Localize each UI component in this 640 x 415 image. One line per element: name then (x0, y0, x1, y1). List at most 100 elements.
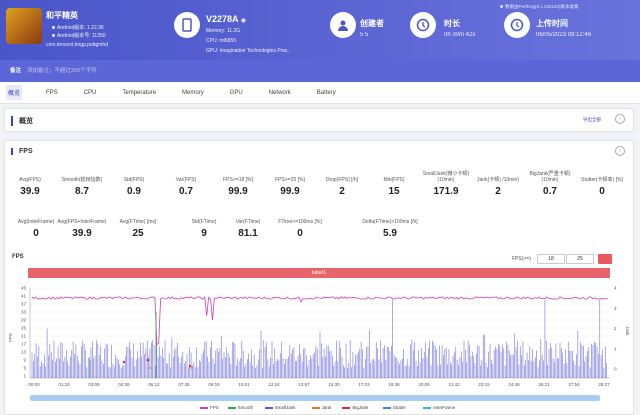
metric-label: Std(FPS) (123, 177, 145, 183)
user-icon (330, 12, 356, 38)
metric-label: SmallJank(微小卡顿) /10min) (422, 171, 470, 183)
metric-value: 0.9 (127, 186, 141, 197)
metric-label: Var(FTime) (235, 219, 261, 225)
legend-label: BigJank (352, 405, 369, 410)
tab-battery[interactable]: Battery (315, 87, 338, 99)
tab-cpu[interactable]: CPU (82, 87, 99, 99)
legend-swatch (382, 406, 391, 409)
y-right-tick-label: 4 (614, 286, 617, 291)
legend-item-smooth[interactable]: Smooth (227, 405, 254, 410)
y-right-tick-label: 2 (614, 326, 617, 331)
tab-bar: 概览 FPS CPU Temperature Memory GPU Networ… (0, 82, 640, 104)
android-code: Android版本号: 11350 (52, 32, 106, 39)
y-tick-label: 21 (21, 334, 27, 339)
export-all-button[interactable]: 导出全部 (583, 117, 601, 123)
bigjank-mark (146, 358, 150, 362)
tab-gpu[interactable]: GPU (228, 87, 245, 99)
y-right-tick-label: 1 (614, 346, 617, 351)
metric-r2-4: Var(FTime) 81.1 (220, 212, 276, 239)
metric-value: 0.7 (179, 186, 193, 197)
jank-mark (191, 367, 193, 369)
metric-label: FPS>=25 [%] (275, 177, 305, 183)
x-tick-label: 15:30 (328, 382, 340, 387)
note-label: 备注 (10, 68, 22, 74)
metric-value: 99.9 (228, 186, 248, 197)
legend-swatch (264, 406, 273, 409)
y-tick-label: 25 (21, 326, 27, 331)
device-cpu: CPU: mt6855 (206, 38, 237, 44)
legend-swatch (342, 406, 351, 409)
duration-label: 时长 (444, 19, 460, 28)
metric-value: 2 (339, 186, 345, 197)
legend-item-stutter[interactable]: Stutter (382, 405, 406, 410)
legend-item-smalljank[interactable]: SmallJank (264, 405, 296, 410)
y-tick-label: 41 (21, 294, 27, 299)
metric-r1-0: Avg(FPS) 39.9 (6, 170, 54, 197)
phone-icon (174, 12, 200, 38)
tab-memory[interactable]: Memory (180, 87, 206, 99)
y-tick-label: 33 (21, 310, 27, 315)
metric-r2-2: Avg(FTime) [ms] 25 (110, 212, 166, 239)
creator-value: 5 5 (360, 32, 369, 38)
legend-label: Jank (321, 405, 332, 410)
upload-value: 06/05/2023 09:12:46 (536, 32, 592, 38)
legend-item-fps[interactable]: FPS (200, 405, 219, 410)
y-tick-label: 17 (21, 342, 27, 347)
y-right-axis-label: Jank (625, 326, 630, 336)
collapse-icon[interactable]: ‹ (615, 114, 625, 124)
bigjank-mark (122, 360, 126, 364)
fps-threshold-apply-button[interactable] (598, 254, 612, 264)
tab-fps[interactable]: FPS (44, 87, 60, 99)
x-tick-label: 12:24 (268, 382, 280, 387)
legend-item-bigjank[interactable]: BigJank (342, 405, 368, 410)
legend-label: FPS (210, 405, 219, 410)
fps-threshold-input-2[interactable]: 25 (566, 254, 594, 264)
fps-section-title: FPS (11, 148, 33, 155)
metric-value: 81.1 (238, 228, 258, 239)
metric-value: 25 (132, 228, 144, 239)
legend-item-jank[interactable]: Jank (311, 405, 332, 410)
legend-item-interframe[interactable]: InterFrame (423, 405, 455, 410)
y-tick-label: 9 (23, 358, 26, 363)
metric-r2-6: Delta(FTime)>100ms [/h] 5.9 (350, 212, 430, 239)
metric-label: Avg(FTime) [ms] (119, 219, 157, 225)
note-input[interactable]: 添加备注，不超过200个字符 (27, 68, 97, 74)
metric-label: Jank(卡顿) /10min) (477, 177, 519, 183)
note-bar[interactable]: 备注 添加备注，不超过200个字符 (0, 60, 640, 82)
legend-swatch (200, 406, 208, 409)
metric-r1-5: FPS>=25 [%] 99.9 (266, 170, 314, 197)
metric-value: 0 (599, 186, 605, 197)
fps-collapse-icon[interactable]: › (615, 146, 625, 156)
y-tick-label: 45 (21, 286, 27, 291)
metric-value: 15 (388, 186, 400, 197)
tab-network[interactable]: Network (267, 87, 293, 99)
x-tick-label: 06:12 (148, 382, 160, 387)
metric-r1-10: BigJank(严重卡顿) /10min) 0.7 (526, 170, 574, 197)
tab-temperature[interactable]: Temperature (120, 87, 158, 99)
upload-time-icon (504, 12, 530, 38)
jank-mark (149, 367, 151, 369)
fps-threshold-input-1[interactable]: 18 (537, 254, 565, 264)
y-tick-label: 5 (23, 366, 26, 371)
metric-r1-7: Min(FPS) 15 (370, 170, 418, 197)
tab-overview[interactable]: 概览 (6, 85, 23, 100)
legend-label: Smooth (237, 405, 254, 410)
chart-title: FPS (12, 254, 24, 260)
metric-label: Drop(FPS) [/h] (325, 177, 359, 183)
metric-r1-1: Smooth(稳帧指数) 8.7 (58, 170, 106, 197)
chart-zoom-scrollbar[interactable] (30, 395, 600, 401)
x-tick-label: 26:21 (538, 382, 550, 387)
fps-chart[interactable]: 45413733292521171395143210FPSJank00:00 01… (0, 282, 640, 394)
legend-label: InterFrame (433, 405, 456, 410)
metric-r2-1: Avg(FPS+InterFrame) 39.9 (54, 212, 110, 239)
metric-r2-5: FTime>=100ms [%] 0 (272, 212, 328, 239)
metric-r1-4: FPS>=18 [%] 99.9 (214, 170, 262, 197)
header-bar: 和平精英 Android版本: 1.22.36 Android版本号: 1135… (0, 0, 640, 60)
x-tick-label: 10:51 (238, 382, 250, 387)
metric-r1-2: Std(FPS) 0.9 (110, 170, 158, 197)
legend-swatch (423, 406, 432, 409)
version-note: 数据由PerfDog(8.1.230120)版本收集 (500, 4, 579, 10)
metric-label: BigJank(严重卡顿) /10min) (529, 171, 571, 183)
label-bar[interactable]: label1 (28, 268, 610, 278)
x-tick-label: 23:15 (478, 382, 490, 387)
